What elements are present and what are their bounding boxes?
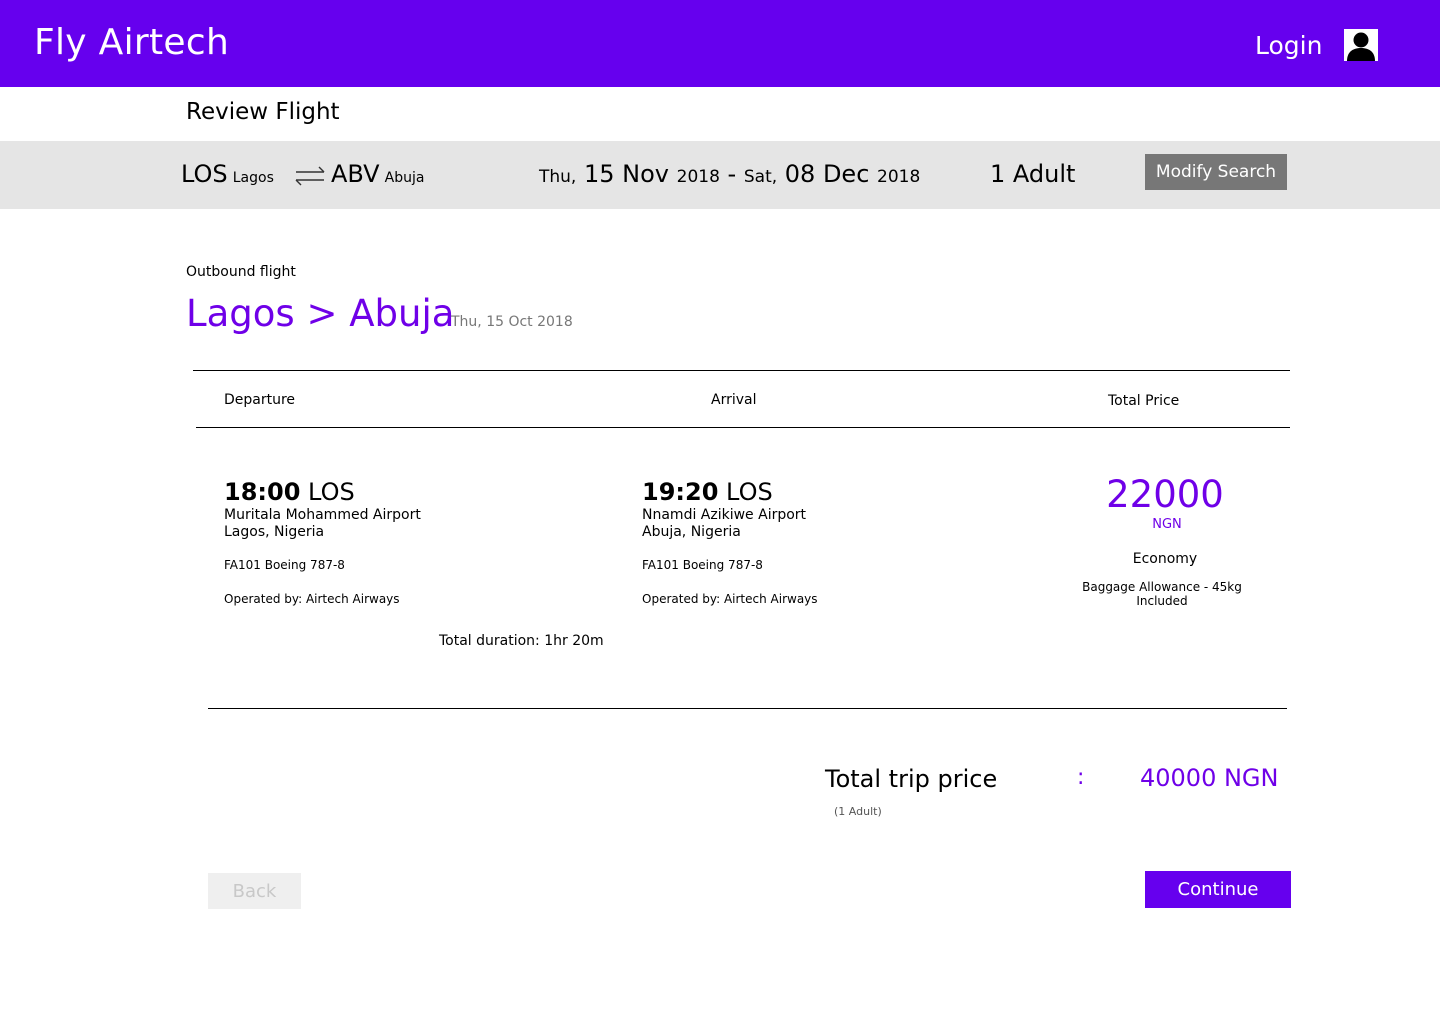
modify-search-button[interactable]: Modify Search <box>1145 154 1287 190</box>
user-icon[interactable] <box>1344 29 1378 61</box>
arrival-time-value: 19:20 <box>642 478 719 506</box>
depart-year: 2018 <box>676 167 720 187</box>
depart-day: Thu, <box>539 167 577 187</box>
route-date: Thu, 15 Oct 2018 <box>451 314 573 330</box>
brand-logo-text[interactable]: Fly Airtech <box>34 22 229 63</box>
login-link[interactable]: Login <box>1255 31 1322 60</box>
route-title: Lagos > Abuja <box>186 292 455 335</box>
table-bottom-divider <box>208 708 1287 709</box>
trip-total-passengers: (1 Adult) <box>834 805 882 818</box>
origin: LOS Lagos <box>181 160 274 188</box>
return-day: Sat, <box>743 167 778 187</box>
return-year: 2018 <box>877 167 921 187</box>
arrival-time: 19:20 LOS <box>642 478 773 506</box>
fare-amount: 22000 <box>1106 473 1224 516</box>
arrival-location: Abuja, Nigeria <box>642 524 741 540</box>
fare-currency: NGN <box>1152 517 1182 532</box>
arrival-code: LOS <box>726 478 773 506</box>
table-top-divider <box>193 370 1290 371</box>
table-header-divider <box>196 427 1290 428</box>
arrival-operator: Operated by: Airtech Airways <box>642 592 818 606</box>
arrival-airport: Nnamdi Azikiwe Airport <box>642 507 807 523</box>
origin-city: Lagos <box>232 170 274 186</box>
departure-airport: Muritala Mohammed Airport <box>224 507 421 523</box>
return-date: 08 Dec <box>784 160 870 188</box>
departure-operator: Operated by: Airtech Airways <box>224 592 400 606</box>
cabin-class: Economy <box>1132 551 1198 567</box>
origin-code: LOS <box>181 160 228 188</box>
departure-flight-number: FA101 Boeing 787-8 <box>224 558 345 572</box>
depart-date: 15 Nov <box>583 160 669 188</box>
departure-code: LOS <box>308 478 355 506</box>
arrival-flight-number: FA101 Boeing 787-8 <box>642 558 763 572</box>
destination-city: Abuja <box>384 170 425 186</box>
swap-arrows-icon <box>295 166 325 186</box>
baggage-allowance: Baggage Allowance - 45kg Included <box>1082 580 1242 608</box>
page-title: Review Flight <box>186 99 340 125</box>
passenger-count: 1 Adult <box>990 160 1076 188</box>
trip-total-value: 40000 NGN <box>1140 764 1279 792</box>
travel-dates: Thu, 15 Nov 2018 - Sat, 08 Dec 2018 <box>539 160 920 188</box>
outbound-label: Outbound flight <box>186 264 296 280</box>
back-button[interactable]: Back <box>208 873 301 909</box>
trip-total-colon: : <box>1077 765 1085 790</box>
column-header-arrival: Arrival <box>711 392 757 408</box>
departure-time: 18:00 LOS <box>224 478 355 506</box>
column-header-departure: Departure <box>224 392 296 408</box>
destination: ABV Abuja <box>331 160 424 188</box>
destination-code: ABV <box>331 160 380 188</box>
date-separator: - <box>727 160 737 188</box>
continue-button[interactable]: Continue <box>1145 871 1291 908</box>
departure-location: Lagos, Nigeria <box>224 524 325 540</box>
departure-time-value: 18:00 <box>224 478 301 506</box>
trip-total-label: Total trip price <box>825 765 998 793</box>
column-header-total-price: Total Price <box>1108 393 1180 409</box>
total-duration: Total duration: 1hr 20m <box>439 633 604 649</box>
